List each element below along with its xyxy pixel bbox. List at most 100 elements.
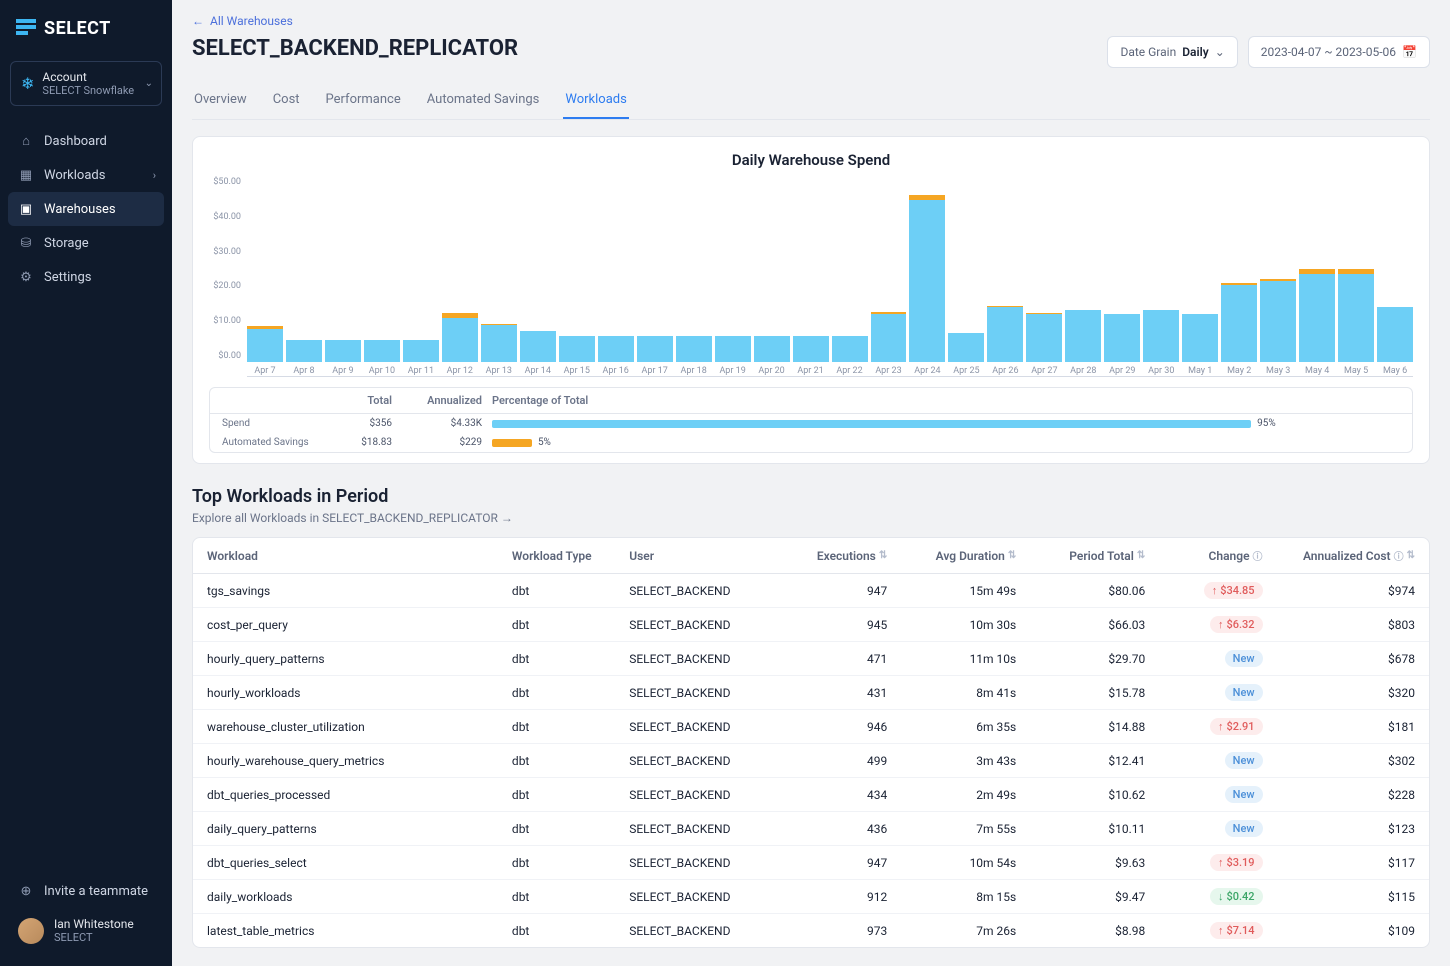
sidebar: SELECT ❄ Account SELECT Snowflake ⌄ ⌂ Da… xyxy=(0,0,172,966)
table-row[interactable]: daily_query_patterns dbt SELECT_BACKEND … xyxy=(193,812,1429,846)
bar-column[interactable]: Apr 7 xyxy=(247,177,283,376)
tab-cost[interactable]: Cost xyxy=(271,82,302,119)
nav: ⌂ Dashboard ▦ Workloads › ▣ Warehouses ⛁… xyxy=(0,120,172,863)
bar-column[interactable]: Apr 28 xyxy=(1065,177,1101,376)
th-workload[interactable]: Workload xyxy=(207,549,512,563)
tab-automated-savings[interactable]: Automated Savings xyxy=(425,82,542,119)
cell-user: SELECT_BACKEND xyxy=(629,584,781,598)
table-row[interactable]: daily_workloads dbt SELECT_BACKEND 912 8… xyxy=(193,880,1429,914)
bar-column[interactable]: Apr 14 xyxy=(520,177,556,376)
bar-column[interactable]: Apr 23 xyxy=(871,177,907,376)
nav-dashboard[interactable]: ⌂ Dashboard xyxy=(8,124,164,158)
date-grain-selector[interactable]: Date Grain Daily ⌄ xyxy=(1107,36,1237,68)
tabs: Overview Cost Performance Automated Savi… xyxy=(192,82,1430,120)
bar-column[interactable]: Apr 15 xyxy=(559,177,595,376)
bar-column[interactable]: Apr 10 xyxy=(364,177,400,376)
bar-column[interactable]: Apr 26 xyxy=(987,177,1023,376)
arrow-up-icon xyxy=(1218,924,1224,937)
bar-column[interactable]: Apr 12 xyxy=(442,177,478,376)
bar-column[interactable]: Apr 21 xyxy=(793,177,829,376)
change-badge-new: New xyxy=(1225,786,1263,803)
table-row[interactable]: dbt_queries_select dbt SELECT_BACKEND 94… xyxy=(193,846,1429,880)
cell-workload: dbt_queries_processed xyxy=(207,788,512,802)
summary-row-total: $18.83 xyxy=(332,437,392,448)
th-executions[interactable]: Executions⇅ xyxy=(782,549,888,563)
table-row[interactable]: warehouse_cluster_utilization dbt SELECT… xyxy=(193,710,1429,744)
bar-column[interactable]: Apr 9 xyxy=(325,177,361,376)
nav-settings[interactable]: ⚙ Settings xyxy=(8,260,164,294)
cell-avg-duration: 2m 49s xyxy=(887,788,1016,802)
table-row[interactable]: cost_per_query dbt SELECT_BACKEND 945 10… xyxy=(193,608,1429,642)
bar-segment-spend xyxy=(559,336,595,362)
cell-avg-duration: 3m 43s xyxy=(887,754,1016,768)
nav-label: Settings xyxy=(44,270,91,285)
th-type[interactable]: Workload Type xyxy=(512,549,629,563)
bar-segment-spend xyxy=(286,340,322,362)
bar-segment-spend xyxy=(364,340,400,362)
bar-column[interactable]: Apr 16 xyxy=(598,177,634,376)
th-avg-duration[interactable]: Avg Duration⇅ xyxy=(887,549,1016,563)
section-link[interactable]: Explore all Workloads in SELECT_BACKEND_… xyxy=(192,511,1430,525)
nav-label: Warehouses xyxy=(44,202,116,217)
th-change[interactable]: Changeⓘ xyxy=(1145,548,1262,563)
bar-column[interactable]: Apr 30 xyxy=(1143,177,1179,376)
bar-label: Apr 16 xyxy=(603,366,629,376)
logo[interactable]: SELECT xyxy=(0,0,172,57)
bar-column[interactable]: Apr 29 xyxy=(1104,177,1140,376)
bar-segment-spend xyxy=(1338,274,1374,362)
bar-label: Apr 15 xyxy=(564,366,590,376)
y-axis: $50.00$40.00$30.00$20.00$10.00$0.00 xyxy=(209,177,247,377)
account-switcher[interactable]: ❄ Account SELECT Snowflake ⌄ xyxy=(10,61,162,106)
bar-column[interactable]: Apr 18 xyxy=(676,177,712,376)
summary-row-label: Spend xyxy=(222,418,322,429)
cell-period-total: $9.63 xyxy=(1016,856,1145,870)
cell-executions: 973 xyxy=(782,924,888,938)
tab-overview[interactable]: Overview xyxy=(192,82,249,119)
bar-column[interactable]: May 2 xyxy=(1221,177,1257,376)
breadcrumb[interactable]: ← All Warehouses xyxy=(192,14,1430,28)
bar-column[interactable]: May 5 xyxy=(1338,177,1374,376)
cell-avg-duration: 11m 10s xyxy=(887,652,1016,666)
bar-column[interactable]: Apr 19 xyxy=(715,177,751,376)
nav-storage[interactable]: ⛁ Storage xyxy=(8,226,164,260)
cell-type: dbt xyxy=(512,890,629,904)
sort-icon: ⇅ xyxy=(1407,550,1415,561)
bar-column[interactable]: Apr 11 xyxy=(403,177,439,376)
summary-row-annualized: $4.33K xyxy=(402,418,482,429)
bar-segment-spend xyxy=(1143,310,1179,362)
tab-workloads[interactable]: Workloads xyxy=(563,82,628,119)
table-row[interactable]: latest_table_metrics dbt SELECT_BACKEND … xyxy=(193,914,1429,947)
bar-column[interactable]: Apr 17 xyxy=(637,177,673,376)
bar-column[interactable]: Apr 20 xyxy=(754,177,790,376)
user-menu[interactable]: Ian Whitestone SELECT xyxy=(14,909,158,952)
invite-teammate[interactable]: ⊕ Invite a teammate xyxy=(14,873,158,909)
bar-column[interactable]: Apr 22 xyxy=(832,177,868,376)
logo-icon xyxy=(16,19,36,39)
bar-column[interactable]: Apr 8 xyxy=(286,177,322,376)
bar-column[interactable]: May 1 xyxy=(1182,177,1218,376)
bar-label: Apr 12 xyxy=(447,366,473,376)
bar-column[interactable]: Apr 13 xyxy=(481,177,517,376)
bar-column[interactable]: May 6 xyxy=(1377,177,1413,376)
table-row[interactable]: dbt_queries_processed dbt SELECT_BACKEND… xyxy=(193,778,1429,812)
nav-workloads[interactable]: ▦ Workloads › xyxy=(8,158,164,192)
bar-label: May 6 xyxy=(1383,366,1407,376)
tab-performance[interactable]: Performance xyxy=(324,82,403,119)
table-row[interactable]: hourly_workloads dbt SELECT_BACKEND 431 … xyxy=(193,676,1429,710)
table-row[interactable]: hourly_warehouse_query_metrics dbt SELEC… xyxy=(193,744,1429,778)
bar-column[interactable]: May 3 xyxy=(1260,177,1296,376)
th-annualized[interactable]: Annualized Costⓘ⇅ xyxy=(1263,548,1415,563)
bar-label: May 1 xyxy=(1188,366,1212,376)
date-range-selector[interactable]: 2023-04-07 ~ 2023-05-06 📅 xyxy=(1248,36,1430,68)
nav-warehouses[interactable]: ▣ Warehouses xyxy=(8,192,164,226)
th-period-total[interactable]: Period Total⇅ xyxy=(1016,549,1145,563)
bar-column[interactable]: Apr 25 xyxy=(948,177,984,376)
bar-column[interactable]: May 4 xyxy=(1299,177,1335,376)
table-row[interactable]: tgs_savings dbt SELECT_BACKEND 947 15m 4… xyxy=(193,574,1429,608)
th-user[interactable]: User xyxy=(629,549,781,563)
bar-column[interactable]: Apr 24 xyxy=(909,177,945,376)
bar-column[interactable]: Apr 27 xyxy=(1026,177,1062,376)
table-header: Workload Workload Type User Executions⇅ … xyxy=(193,538,1429,574)
summary-row: Spend $356 $4.33K 95% xyxy=(210,414,1412,433)
table-row[interactable]: hourly_query_patterns dbt SELECT_BACKEND… xyxy=(193,642,1429,676)
